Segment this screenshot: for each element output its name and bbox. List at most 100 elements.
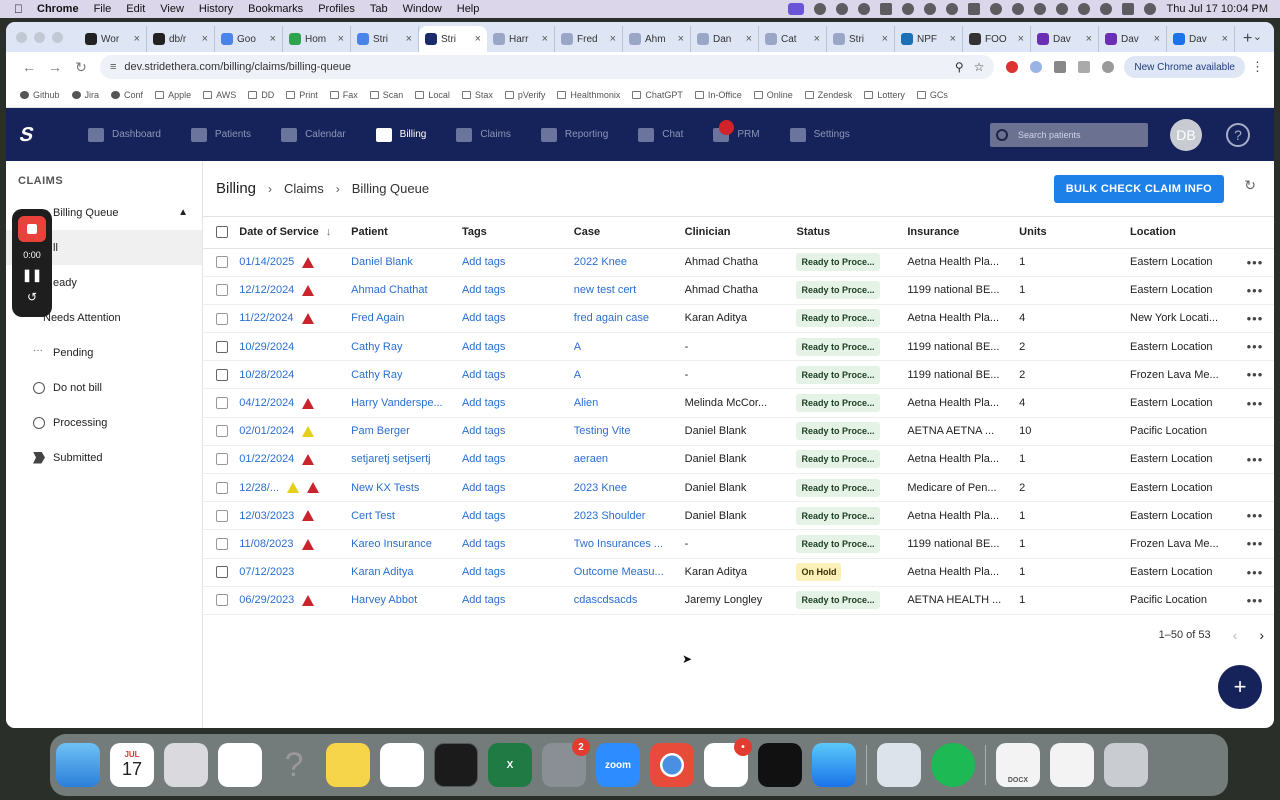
add-tags-link[interactable]: Add tags [462,284,505,296]
patient-link[interactable]: Harry Vanderspe... [351,397,443,409]
sort-arrow-icon[interactable]: ↓ [326,226,332,238]
date-of-service-link[interactable]: 10/29/2024 [239,341,294,353]
case-link[interactable]: aeraen [574,453,608,465]
case-link[interactable]: new test cert [574,284,636,296]
column-header-status[interactable]: Status [796,217,908,249]
control-center-icon[interactable] [1122,3,1135,15]
patient-link[interactable]: New KX Tests [351,482,419,494]
column-header-patient[interactable]: Patient [351,217,462,249]
bookmark-item[interactable]: Apple [155,90,191,100]
bookmark-item[interactable]: ChatGPT [632,90,683,100]
row-more-icon[interactable]: ••• [1247,565,1264,580]
add-fab-button[interactable]: + [1218,665,1262,709]
close-tab-icon[interactable]: × [338,33,344,45]
date-of-service-link[interactable]: 11/22/2024 [239,312,293,324]
finder-icon[interactable] [56,743,100,787]
column-header-date-of-service[interactable]: Date of Service ↓ [239,217,352,249]
table-row[interactable]: 06/29/2023 Harvey Abbot Add tags cdascdsacd… [203,586,1274,615]
add-tags-link[interactable]: Add tags [462,397,505,409]
extension-icon[interactable] [1030,61,1043,73]
table-row[interactable]: 01/14/2025 Daniel Blank Add tags 2022 Knee A… [203,248,1274,277]
screen-record-status-icon[interactable] [788,3,805,15]
menu-help[interactable]: Help [457,3,480,15]
patient-link[interactable]: Cert Test [351,510,395,522]
user-avatar[interactable]: DB [1170,118,1202,151]
menu-chrome[interactable]: Chrome [37,3,79,15]
spreadsheet-file-icon[interactable] [1050,743,1094,787]
menu-bookmarks[interactable]: Bookmarks [248,3,303,15]
date-of-service-link[interactable]: 12/28/... [239,482,279,494]
date-of-service-link[interactable]: 01/14/2025 [239,256,294,268]
row-checkbox[interactable] [216,425,228,438]
bookmark-item[interactable]: AWS [203,90,236,100]
table-row[interactable]: 12/03/2023 Cert Test Add tags 2023 Shoulder… [203,501,1274,531]
case-link[interactable]: 2023 Knee [574,482,627,494]
close-tab-icon[interactable]: × [475,33,481,45]
case-link[interactable]: 2022 Knee [574,256,627,268]
close-tab-icon[interactable]: × [270,33,276,45]
system-settings-icon[interactable]: 2 [542,738,590,787]
new-chrome-available-button[interactable]: New Chrome available [1124,56,1245,78]
bookmark-item[interactable]: Stax [461,90,493,100]
trash-icon[interactable] [1104,743,1148,787]
table-row[interactable]: 10/28/2024 Cathy Ray Add tags A - Ready to Pr… [203,360,1274,390]
close-tab-icon[interactable]: × [134,33,140,45]
sidebar-item-processing[interactable]: Processing [6,405,202,440]
status-icon[interactable] [946,3,959,15]
date-of-service-link[interactable]: 02/01/2024 [239,425,294,437]
date-of-service-link[interactable]: 12/03/2023 [239,510,294,522]
table-row[interactable]: 02/01/2024 Pam Berger Add tags Testing Vite… [203,417,1274,446]
reminders-icon[interactable] [218,743,262,787]
nav-patients[interactable]: Patients [190,127,251,142]
apple-icon[interactable]:  [14,2,23,16]
forward-arrow-icon[interactable]: → [42,59,68,75]
new-tab-button[interactable]: + [1243,26,1252,52]
patient-link[interactable]: setjaretj setjsertj [351,453,430,465]
menu-view[interactable]: View [160,3,184,15]
safari-icon[interactable] [812,743,856,787]
add-tags-link[interactable]: Add tags [462,566,505,578]
nav-dashboard[interactable]: Dashboard [88,127,161,142]
stride-logo-icon[interactable]: S [17,123,47,147]
date-of-service-link[interactable]: 01/22/2024 [239,453,294,465]
table-row[interactable]: 07/12/2023 Karan Aditya Add tags Outcome Me… [203,558,1274,587]
table-row[interactable]: 12/28/... New KX Tests Add tags 2023 Knee Da… [203,473,1274,503]
preview-icon[interactable] [877,743,921,787]
case-link[interactable]: Alien [574,397,598,409]
add-tags-link[interactable]: Add tags [462,594,505,606]
browser-tab[interactable]: Dav × [1099,26,1167,52]
case-link[interactable]: 2023 Shoulder [574,510,646,522]
menu-profiles[interactable]: Profiles [318,3,355,15]
browser-tab[interactable]: Ahm × [623,26,691,52]
patient-search-input[interactable]: Search patients [990,122,1148,147]
launchpad-icon[interactable] [164,743,208,787]
patient-link[interactable]: Ahmad Chathat [351,284,427,296]
date-of-service-link[interactable]: 06/29/2023 [239,594,294,606]
row-checkbox[interactable] [216,284,228,297]
select-all-checkbox[interactable] [216,226,228,239]
row-more-icon[interactable]: ••• [1247,367,1264,382]
column-header-units[interactable]: Units [1019,217,1130,249]
tab-search-chevron-icon[interactable]: ⌄ [1253,30,1262,43]
table-row[interactable]: 11/08/2023 Kareo Insurance Add tags Two Ins… [203,529,1274,559]
row-checkbox[interactable] [216,538,228,551]
browser-tab[interactable]: Cat × [759,26,827,52]
case-link[interactable]: Testing Vite [574,425,631,437]
add-tags-link[interactable]: Add tags [462,369,505,381]
row-more-icon[interactable]: ••• [1247,452,1264,467]
close-tab-icon[interactable]: × [678,33,684,45]
status-icon[interactable] [1034,3,1047,15]
refresh-icon[interactable]: ↻ [1244,177,1256,194]
extension-icon[interactable] [1006,61,1019,73]
bookmark-item[interactable]: pVerify [504,90,545,100]
close-tab-icon[interactable]: × [542,33,548,45]
browser-tab[interactable]: Dav × [1031,26,1099,52]
date-of-service-link[interactable]: 10/28/2024 [239,369,294,381]
add-tags-link[interactable]: Add tags [462,256,505,268]
excel-icon[interactable]: X [488,743,532,787]
stop-recording-button[interactable] [18,216,46,242]
close-tab-icon[interactable]: × [950,33,956,45]
status-icon[interactable] [990,3,1003,15]
column-header-tags[interactable]: Tags [461,217,574,249]
patient-link[interactable]: Kareo Insurance [351,538,432,550]
